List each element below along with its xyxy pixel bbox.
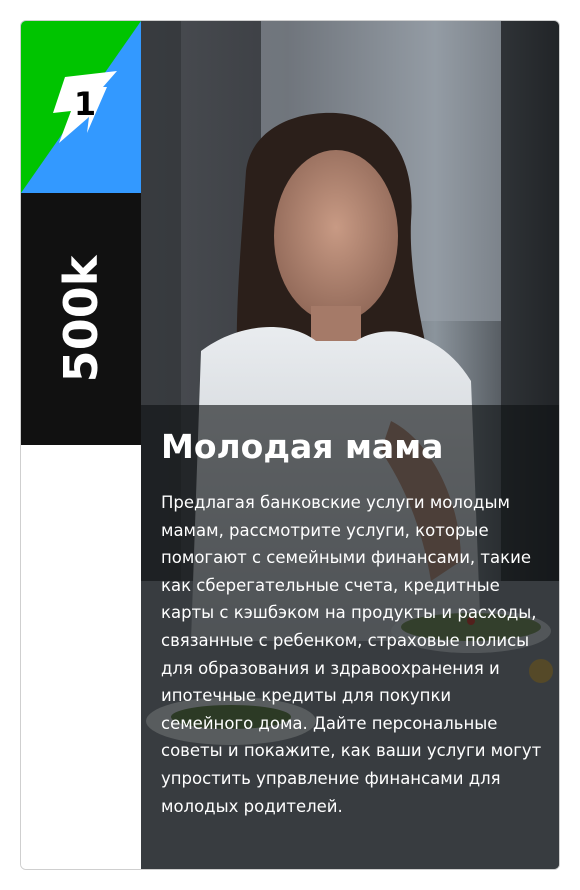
value-label: 500k — [54, 255, 108, 383]
card-sidebar: 1 500k — [21, 21, 141, 869]
card-title: Молодая мама — [161, 427, 444, 466]
rank-badge: 1 — [21, 21, 141, 193]
value-box: 500k — [21, 193, 141, 445]
persona-card: 1 500k Молодая мама Предлагая банковские… — [20, 20, 560, 870]
rank-number: 1 — [73, 85, 97, 123]
woman-cooking-photo: Молодая мама Предлагая банковские услуги… — [141, 21, 559, 869]
text-overlay: Молодая мама Предлагая банковские услуги… — [141, 405, 559, 869]
card-description: Предлагая банковские услуги молодым мама… — [161, 493, 542, 816]
